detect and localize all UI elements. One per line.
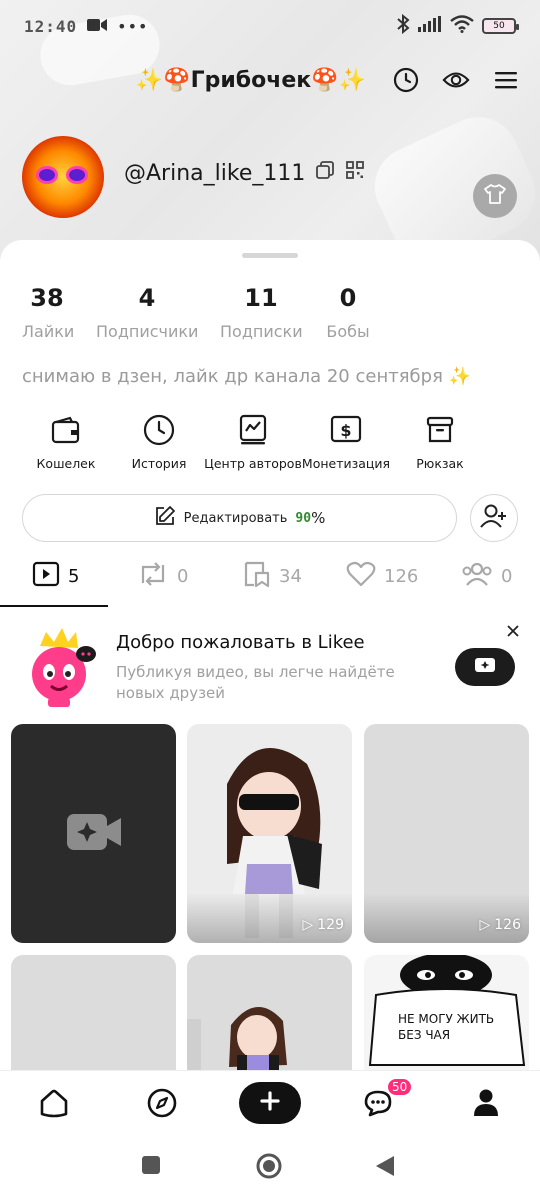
svg-text:$: $ xyxy=(340,421,351,440)
wifi-icon xyxy=(450,15,474,37)
video-camera-icon xyxy=(87,17,108,36)
profile-bio: снимаю в дзен, лайк др канала 20 сентябр… xyxy=(22,366,472,387)
stat-value: 0 xyxy=(339,284,357,312)
system-navigation-bar xyxy=(0,1134,540,1200)
tab-count: 126 xyxy=(384,565,419,587)
profile-completion-percent: 90 xyxy=(295,510,312,526)
stat-label: Бобы xyxy=(326,322,370,341)
home-icon xyxy=(38,1088,70,1122)
edit-label: Редактировать xyxy=(183,510,288,526)
outfit-shirt-button[interactable] xyxy=(473,174,517,218)
add-user-icon xyxy=(480,503,508,533)
stat-value: 38 xyxy=(30,284,64,312)
edit-profile-button[interactable]: Редактировать 90 % xyxy=(22,494,457,542)
bluetooth-icon xyxy=(396,13,410,38)
create-video-button[interactable] xyxy=(239,1082,301,1124)
signal-icon xyxy=(418,16,442,36)
close-icon[interactable] xyxy=(502,620,524,642)
stat-value: 11 xyxy=(244,284,278,312)
action-label: Рюкзак xyxy=(416,456,464,471)
percent-sign: % xyxy=(311,509,326,527)
stat-followers[interactable]: 4 Подписчики xyxy=(96,284,198,341)
back-triangle-icon[interactable] xyxy=(374,1154,396,1182)
tab-reposts[interactable]: 0 xyxy=(137,556,188,596)
active-tab-indicator xyxy=(0,605,108,607)
record-video-button[interactable] xyxy=(455,648,515,686)
home-circle-icon[interactable] xyxy=(255,1152,283,1184)
profile-display-name: ✨🍄Грибочек🍄✨ xyxy=(135,67,366,93)
upload-video-tile[interactable] xyxy=(11,724,176,943)
nav-explore[interactable] xyxy=(142,1085,182,1125)
welcome-banner: Добро пожаловать в Likee Публикуя видео,… xyxy=(0,620,540,712)
visitors-eye-icon[interactable] xyxy=(442,66,470,94)
view-count-value: 126 xyxy=(494,917,521,933)
nav-profile[interactable] xyxy=(466,1085,506,1125)
more-dots-icon: ••• xyxy=(117,16,149,36)
edit-pencil-icon xyxy=(154,505,176,531)
profile-top-bar: ✨🍄Грибочек🍄✨ xyxy=(0,58,540,102)
stat-label: Подписчики xyxy=(96,322,199,341)
tab-groups[interactable]: 0 xyxy=(461,556,512,596)
copy-icon[interactable] xyxy=(315,160,335,186)
stat-label: Подписки xyxy=(220,322,303,341)
welcome-title: Добро пожаловать в Likee xyxy=(116,632,365,653)
video-tile[interactable]: ▷ 126 xyxy=(364,724,529,943)
saved-icon xyxy=(243,560,271,593)
stat-likes[interactable]: 38 Лайки xyxy=(22,284,75,341)
tab-saved[interactable]: 34 xyxy=(243,556,302,596)
group-icon xyxy=(461,561,493,592)
repost-icon xyxy=(137,561,169,592)
profile-actions: Кошелек История Центр авторов $ Монетиза… xyxy=(0,412,540,474)
welcome-subtitle: Публикуя видео, вы легче найдёте новых д… xyxy=(116,663,395,702)
tab-count: 0 xyxy=(501,565,513,587)
tab-videos[interactable]: 5 xyxy=(32,556,79,596)
heart-icon xyxy=(346,561,376,592)
messages-badge: 50 xyxy=(386,1077,414,1097)
qr-code-icon[interactable] xyxy=(345,160,365,186)
likee-mascot-image xyxy=(18,626,100,708)
play-icon: ▷ xyxy=(479,917,491,933)
username-row: @Arina_like_111 xyxy=(124,160,365,186)
username: @Arina_like_111 xyxy=(124,160,306,186)
avatar[interactable] xyxy=(22,136,104,218)
play-icon: ▷ xyxy=(302,917,314,933)
content-tabs: 5 0 34 126 0 xyxy=(0,556,540,608)
tab-liked[interactable]: 126 xyxy=(346,556,418,596)
view-count-value: 129 xyxy=(317,917,344,933)
tab-count: 34 xyxy=(279,565,302,587)
history-clock-icon[interactable] xyxy=(392,66,420,94)
bottom-navigation: 50 xyxy=(0,1070,540,1134)
camera-sparkle-icon xyxy=(475,657,495,677)
backpack-icon xyxy=(385,412,495,448)
view-count: ▷ 129 xyxy=(302,917,344,933)
status-time: 12:40 xyxy=(24,16,78,36)
video-camera-sparkle-icon xyxy=(67,812,121,856)
video-play-icon xyxy=(32,561,60,592)
nav-home[interactable] xyxy=(34,1085,74,1125)
action-backpack[interactable]: Рюкзак xyxy=(385,412,495,471)
thumbnail-caption: НЕ МОГУ ЖИТЬ БЕЗ ЧАЯ xyxy=(398,1012,495,1042)
view-count: ▷ 126 xyxy=(479,917,521,933)
add-friend-button[interactable] xyxy=(470,494,518,542)
person-icon xyxy=(472,1088,500,1122)
recent-apps-icon[interactable] xyxy=(140,1154,162,1180)
status-bar: 12:40 ••• 50 xyxy=(0,0,540,52)
tshirt-icon xyxy=(483,183,507,209)
battery-indicator: 50 xyxy=(482,18,519,34)
tab-count: 5 xyxy=(68,565,80,587)
stat-following[interactable]: 11 Подписки xyxy=(220,284,303,341)
stat-value: 4 xyxy=(138,284,156,312)
plus-icon xyxy=(260,1091,280,1115)
sheet-drag-handle[interactable] xyxy=(242,253,298,258)
tab-count: 0 xyxy=(177,565,189,587)
video-tile[interactable]: ▷ 129 xyxy=(187,724,352,943)
stat-label: Лайки xyxy=(22,322,75,341)
stat-beans[interactable]: 0 Бобы xyxy=(324,284,372,341)
menu-hamburger-icon[interactable] xyxy=(492,66,520,94)
compass-icon xyxy=(147,1088,177,1122)
